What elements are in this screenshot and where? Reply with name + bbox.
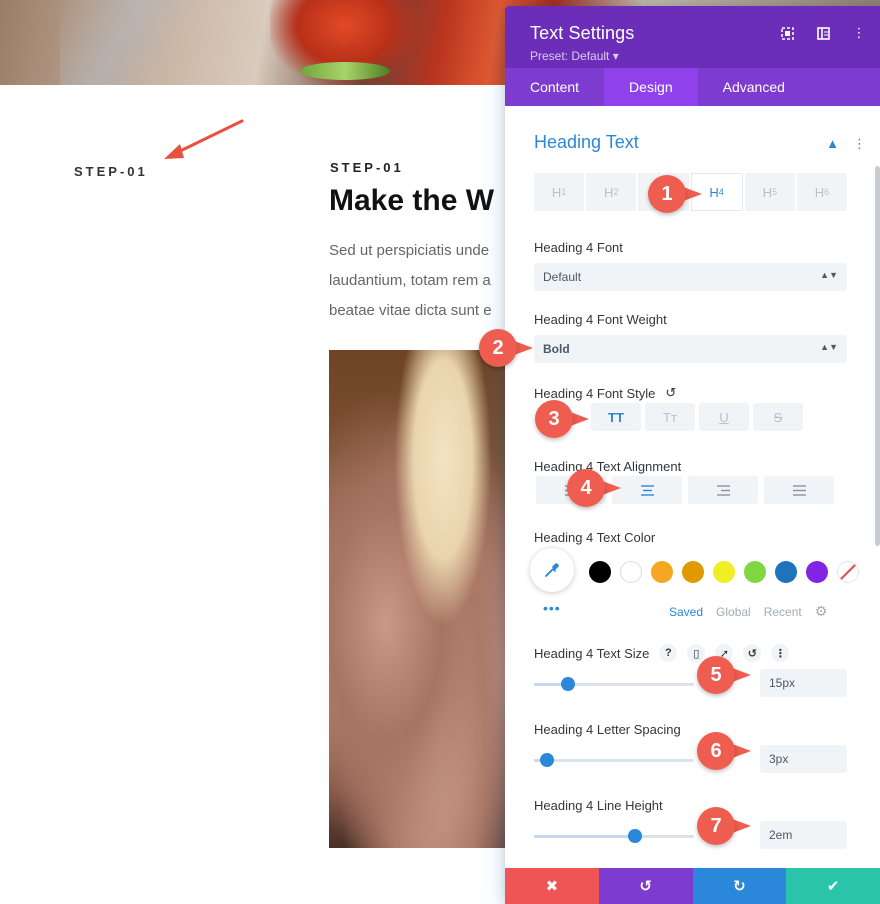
slider-knob[interactable] — [561, 677, 575, 691]
section-title[interactable]: Heading Text — [534, 132, 639, 153]
slider-fill — [534, 835, 635, 838]
step-marker-5: 5 — [697, 656, 753, 694]
eyedropper-icon — [545, 563, 559, 577]
more-colors-icon[interactable]: ••• — [543, 600, 561, 616]
font-style-label: Heading 4 Font Style — [534, 385, 656, 401]
line-height-slider[interactable] — [534, 829, 694, 843]
paragraph-line: beatae vitae dicta sunt e — [329, 302, 492, 319]
strikethrough-button[interactable]: S — [753, 403, 803, 431]
heading-level-h1[interactable]: H1 — [534, 173, 585, 211]
swatch-purple[interactable] — [806, 561, 828, 583]
panel-tabs: Content Design Advanced — [505, 68, 880, 106]
section-more-icon[interactable]: ⋮ — [853, 136, 866, 152]
font-select[interactable]: Default ▲▼ — [534, 263, 847, 291]
preset-dropdown[interactable]: Preset: Default ▾ — [530, 49, 880, 63]
line-height-input[interactable]: 2em — [760, 821, 847, 849]
preset-label: Preset: Default — [530, 49, 610, 63]
paragraph-line: laudantium, totam rem a — [329, 272, 491, 289]
text-color-label: Heading 4 Text Color — [534, 530, 656, 545]
palette-tabs: Saved Global Recent ⚙ — [669, 603, 827, 620]
uppercase-button[interactable]: TT — [591, 403, 641, 431]
capitalize-button[interactable]: Tт — [645, 403, 695, 431]
swatch-orange[interactable] — [651, 561, 673, 583]
text-size-label: Heading 4 Text Size — [534, 645, 650, 661]
letter-spacing-label: Heading 4 Letter Spacing — [534, 722, 681, 737]
text-size-slider[interactable] — [534, 677, 694, 691]
color-swatches — [589, 561, 859, 583]
scrollbar[interactable] — [875, 166, 880, 546]
discard-button[interactable]: ✖ — [505, 868, 599, 904]
palette-settings-icon[interactable]: ⚙ — [815, 603, 828, 620]
page-heading: Make the W — [329, 184, 495, 217]
split-view-icon[interactable] — [816, 26, 830, 40]
step-label-left: STEP-01 — [74, 164, 148, 179]
font-style-label-row: Heading 4 Font Style ↺ — [534, 385, 676, 401]
more-options-icon[interactable]: ⋮ — [852, 25, 866, 40]
select-arrows-icon: ▲▼ — [820, 342, 838, 352]
palette-tab-saved[interactable]: Saved — [669, 605, 703, 619]
slider-knob[interactable] — [628, 829, 642, 843]
heading-level-h5[interactable]: H5 — [744, 173, 795, 211]
leaf-shape — [300, 62, 390, 80]
swatch-green[interactable] — [744, 561, 766, 583]
font-weight-select[interactable]: Bold ▲▼ — [534, 335, 847, 363]
tab-content[interactable]: Content — [505, 68, 604, 106]
text-settings-panel: Text Settings Preset: Default ▾ ⋮ Conten… — [505, 6, 880, 904]
reset-icon[interactable]: ↺ — [665, 385, 676, 401]
redo-button[interactable]: ↻ — [692, 868, 787, 904]
paragraph: Sed ut perspiciatis unde laudantium, tot… — [329, 236, 529, 326]
heading-level-h2[interactable]: H2 — [586, 173, 637, 211]
step-marker-3: 3 — [535, 400, 591, 438]
paragraph-line: Sed ut perspiciatis unde — [329, 242, 490, 259]
panel-footer: ✖ ↺ ↻ ✔ — [505, 868, 880, 904]
knife-shape — [60, 0, 220, 85]
tab-design[interactable]: Design — [604, 68, 698, 106]
swatch-white[interactable] — [620, 561, 642, 583]
align-right-button[interactable] — [688, 476, 758, 504]
swatch-yellow[interactable] — [713, 561, 735, 583]
align-center-icon — [640, 484, 654, 496]
font-weight-label: Heading 4 Font Weight — [534, 312, 667, 327]
help-icon[interactable]: ? — [659, 644, 678, 662]
undo-button[interactable]: ↺ — [598, 868, 693, 904]
step-marker-1: 1 — [648, 175, 704, 213]
step-label-right: STEP-01 — [330, 160, 404, 175]
tab-advanced[interactable]: Advanced — [698, 68, 810, 106]
align-justify-button[interactable] — [764, 476, 834, 504]
palette-tab-recent[interactable]: Recent — [764, 605, 802, 619]
font-weight-value: Bold — [543, 342, 570, 356]
collapse-chevron-icon[interactable]: ▲ — [826, 136, 839, 152]
align-right-icon — [716, 484, 730, 496]
options-icon[interactable]: ⋮ — [771, 644, 790, 662]
letter-spacing-slider[interactable] — [534, 753, 694, 767]
font-select-value: Default — [543, 270, 582, 284]
step-marker-4: 4 — [567, 469, 623, 507]
swatch-black[interactable] — [589, 561, 611, 583]
swatch-no-color[interactable] — [837, 561, 859, 583]
red-arrow-annotation — [164, 119, 244, 159]
step-marker-2: 2 — [479, 329, 535, 367]
letter-spacing-input[interactable]: 3px — [760, 745, 847, 773]
line-height-label: Heading 4 Line Height — [534, 798, 663, 813]
swatch-dark-orange[interactable] — [682, 561, 704, 583]
step-marker-7: 7 — [697, 807, 753, 845]
text-size-input[interactable]: 15px — [760, 669, 847, 697]
font-style-buttons: TT Tт U S — [591, 403, 803, 431]
step-marker-6: 6 — [697, 732, 753, 770]
swatch-blue[interactable] — [775, 561, 797, 583]
panel-body: Heading Text ▲ ⋮ H1 H2 H3 H4 H5 H6 Headi… — [505, 106, 880, 868]
slider-knob[interactable] — [540, 753, 554, 767]
eyedropper-button[interactable] — [530, 548, 574, 592]
underline-button[interactable]: U — [699, 403, 749, 431]
palette-tab-global[interactable]: Global — [716, 605, 751, 619]
dough-photo — [329, 350, 519, 848]
heading-level-h6[interactable]: H6 — [796, 173, 848, 211]
panel-header: Text Settings Preset: Default ▾ ⋮ — [505, 6, 880, 68]
save-button[interactable]: ✔ — [786, 868, 880, 904]
select-arrows-icon: ▲▼ — [820, 270, 838, 280]
expand-icon[interactable] — [780, 26, 794, 40]
align-justify-icon — [792, 484, 806, 496]
font-label: Heading 4 Font — [534, 240, 623, 255]
